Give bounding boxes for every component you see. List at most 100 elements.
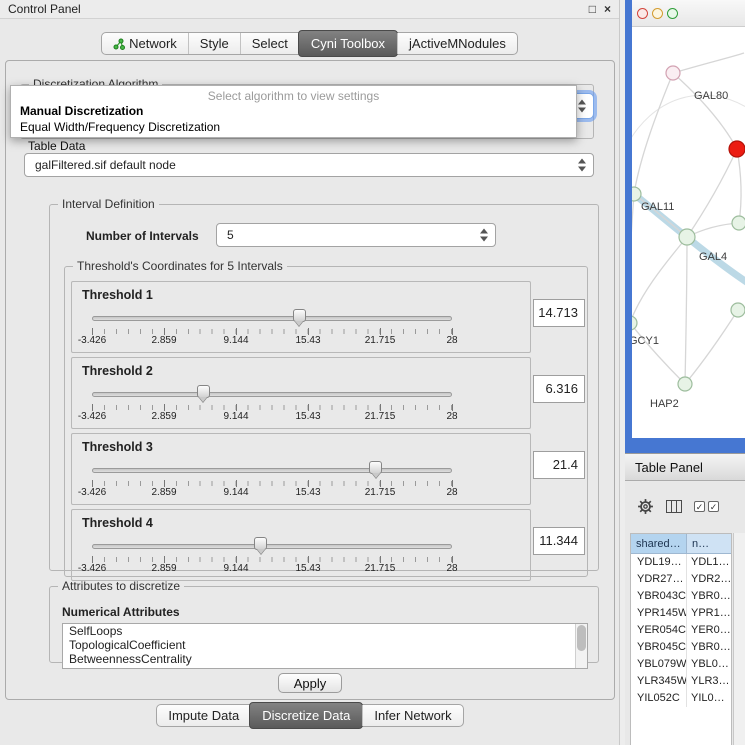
tab-select[interactable]: Select: [240, 33, 299, 54]
checkbox-icon[interactable]: ✓: [694, 501, 705, 512]
network-window: GAL80GAL11GAL4GCY1HAP2: [632, 0, 745, 438]
network-node[interactable]: [632, 187, 641, 201]
tab-discretize-data[interactable]: Discretize Data: [249, 702, 363, 729]
threshold-value-field[interactable]: 21.4: [533, 451, 585, 479]
threshold-value-field[interactable]: 11.344: [533, 527, 585, 555]
threshold-slider[interactable]: [72, 460, 530, 480]
column-header-name[interactable]: n…: [687, 534, 731, 554]
close-icon[interactable]: ×: [604, 3, 611, 15]
network-node[interactable]: [632, 316, 637, 330]
table-scrollbar[interactable]: [733, 533, 745, 745]
table-row[interactable]: YBR043CYBR0…: [631, 588, 731, 605]
slider-thumb[interactable]: [293, 309, 306, 322]
network-canvas[interactable]: GAL80GAL11GAL4GCY1HAP2: [632, 27, 745, 438]
network-node[interactable]: [732, 216, 745, 230]
node-label: GAL4: [699, 251, 727, 263]
popup-option-manual-discretization[interactable]: Manual Discretization: [11, 103, 576, 119]
scale-label: 15.43: [295, 563, 320, 574]
table-row[interactable]: YBL079WYBL0…: [631, 656, 731, 673]
slider-thumb[interactable]: [254, 537, 267, 550]
network-node[interactable]: [666, 66, 680, 80]
network-edge[interactable]: [673, 73, 737, 149]
list-scrollbar[interactable]: [575, 624, 587, 668]
network-edge[interactable]: [685, 237, 687, 384]
table-row[interactable]: YDL19…YDL1…: [631, 554, 731, 571]
tab-label: Select: [252, 36, 288, 51]
threshold-slider[interactable]: [72, 384, 530, 404]
scale-label: 28: [446, 335, 457, 346]
minimize-traffic-light-icon[interactable]: [652, 8, 663, 19]
slider-track[interactable]: [92, 544, 452, 549]
columns-icon[interactable]: [666, 500, 682, 513]
network-edge[interactable]: [632, 237, 687, 323]
slider-ticks: [92, 329, 452, 334]
table-row[interactable]: YIL052CYIL0…: [631, 690, 731, 707]
row-select-icons: ✓ ✓: [694, 501, 719, 512]
network-node[interactable]: [679, 229, 695, 245]
tab-impute-data[interactable]: Impute Data: [157, 705, 250, 726]
network-edge[interactable]: [632, 194, 634, 323]
slider-track[interactable]: [92, 316, 452, 321]
attribute-item[interactable]: SelfLoops: [63, 624, 587, 638]
scale-label: 2.859: [151, 487, 176, 498]
slider-thumb[interactable]: [369, 461, 382, 474]
table-row[interactable]: YDR27…YDR2…: [631, 571, 731, 588]
threshold-row: Threshold 1 -3.4262.8599.14415.4321.7152…: [71, 281, 587, 353]
network-edge[interactable]: [685, 310, 738, 384]
control-panel: Control Panel □ × Network Sty: [0, 0, 620, 745]
threshold-value-field[interactable]: 6.316: [533, 375, 585, 403]
table-row[interactable]: YBR045CYBR0…: [631, 639, 731, 656]
table-row[interactable]: YER054CYER0…: [631, 622, 731, 639]
number-of-intervals-combo[interactable]: 5: [216, 223, 496, 247]
network-edge[interactable]: [673, 53, 744, 73]
network-edge[interactable]: [634, 73, 673, 194]
bottom-tab-group: Impute Data Discretize Data Infer Networ…: [156, 704, 463, 727]
close-traffic-light-icon[interactable]: [637, 8, 648, 19]
threshold-slider[interactable]: [72, 308, 530, 328]
tab-infer-network[interactable]: Infer Network: [362, 705, 462, 726]
network-node[interactable]: [729, 141, 745, 157]
combo-arrows-icon: [578, 159, 586, 172]
popup-placeholder: Select algorithm to view settings: [11, 86, 576, 103]
network-graph[interactable]: GAL80GAL11GAL4GCY1HAP2: [632, 27, 745, 438]
gear-icon[interactable]: [637, 498, 654, 515]
tab-label: jActiveMNodules: [409, 36, 506, 51]
network-node[interactable]: [678, 377, 692, 391]
tab-cyni-toolbox[interactable]: Cyni Toolbox: [298, 30, 398, 57]
popup-option-equal-width-frequency[interactable]: Equal Width/Frequency Discretization: [11, 119, 576, 135]
attribute-item[interactable]: TopologicalCoefficient: [63, 638, 587, 652]
apply-button[interactable]: Apply: [278, 673, 342, 693]
control-panel-title: Control Panel: [8, 2, 81, 16]
cell-name: YBL0…: [687, 656, 731, 673]
scale-label: 15.43: [295, 487, 320, 498]
slider-scale: -3.4262.8599.14415.4321.71528: [92, 335, 452, 347]
table-data-combo[interactable]: galFiltered.sif default node: [24, 153, 594, 177]
slider-track[interactable]: [92, 468, 452, 473]
zoom-traffic-light-icon[interactable]: [667, 8, 678, 19]
threshold-slider[interactable]: [72, 536, 530, 556]
float-window-icon[interactable]: □: [589, 3, 596, 15]
slider-track[interactable]: [92, 392, 452, 397]
slider-thumb[interactable]: [197, 385, 210, 398]
slider-ticks: [92, 405, 452, 410]
column-header-shared-name[interactable]: shared…: [631, 534, 687, 554]
tab-label: Discretize Data: [262, 708, 350, 723]
checkbox-icon[interactable]: ✓: [708, 501, 719, 512]
attribute-item[interactable]: BetweennessCentrality: [63, 652, 587, 666]
tab-style[interactable]: Style: [188, 33, 240, 54]
network-edge[interactable]: [632, 95, 745, 147]
numerical-attributes-label: Numerical Attributes: [62, 605, 180, 619]
scrollbar-thumb[interactable]: [577, 625, 586, 651]
table-row[interactable]: YPR145WYPR1…: [631, 605, 731, 622]
table-row[interactable]: YLR345WYLR3…: [631, 673, 731, 690]
threshold-value-field[interactable]: 14.713: [533, 299, 585, 327]
network-edge[interactable]: [632, 323, 685, 384]
network-node[interactable]: [731, 303, 745, 317]
tab-network[interactable]: Network: [102, 33, 188, 54]
network-edge[interactable]: [737, 149, 741, 223]
tab-jactivemnodules[interactable]: jActiveMNodules: [397, 33, 517, 54]
numerical-attributes-list[interactable]: SelfLoopsTopologicalCoefficientBetweenne…: [62, 623, 588, 669]
bottom-tabbar: Impute Data Discretize Data Infer Networ…: [0, 704, 620, 727]
top-tabbar: Network Style Select Cyni Toolbox jActiv…: [0, 32, 619, 55]
attribute-items: SelfLoopsTopologicalCoefficientBetweenne…: [63, 624, 587, 666]
